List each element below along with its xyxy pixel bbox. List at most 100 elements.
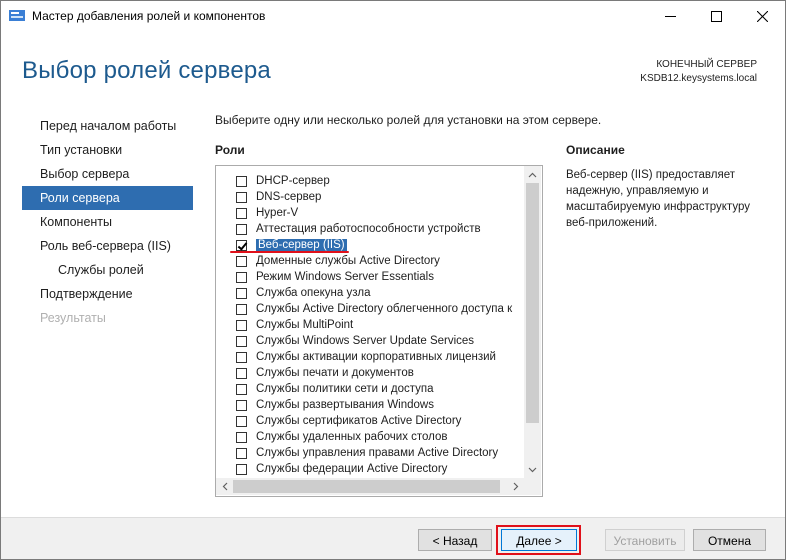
horizontal-scroll-thumb[interactable] bbox=[233, 480, 500, 493]
back-button[interactable]: < Назад bbox=[418, 529, 492, 551]
role-row[interactable]: Службы федерации Active Directory bbox=[236, 461, 447, 477]
role-checkbox[interactable] bbox=[236, 223, 247, 235]
role-row[interactable]: Служба опекуна узла bbox=[236, 285, 371, 301]
role-checkbox[interactable] bbox=[236, 271, 247, 283]
page-title: Выбор ролей сервера bbox=[22, 57, 271, 84]
role-checkbox[interactable] bbox=[236, 431, 247, 443]
role-label: Аттестация работоспособности устройств bbox=[256, 223, 481, 235]
role-label: Доменные службы Active Directory bbox=[256, 255, 440, 267]
role-row[interactable]: Службы MultiPoint bbox=[236, 317, 353, 333]
scrollbar-corner bbox=[524, 478, 541, 495]
nav-item-web-server-role[interactable]: Роль веб-сервера (IIS) bbox=[1, 234, 193, 258]
role-label: DHCP-сервер bbox=[256, 175, 330, 187]
role-label: Службы федерации Active Directory bbox=[256, 463, 448, 475]
wizard-window: Мастер добавления ролей и компонентов Вы… bbox=[0, 0, 786, 560]
nav-item-results: Результаты bbox=[40, 311, 106, 325]
role-label: Служба опекуна узла bbox=[256, 287, 371, 299]
nav-item-confirmation[interactable]: Подтверждение bbox=[1, 282, 193, 306]
role-row[interactable]: DHCP-сервер bbox=[236, 173, 330, 189]
role-label: Веб-сервер (IIS) bbox=[256, 239, 347, 251]
role-label: Службы удаленных рабочих столов bbox=[256, 431, 448, 443]
role-checkbox[interactable] bbox=[236, 415, 247, 427]
roles-list-viewport: DHCP-сервер DNS-сервер Hyper-V Аттестация р… bbox=[216, 166, 524, 478]
role-row[interactable]: Службы Windows Server Update Services bbox=[236, 333, 474, 349]
cancel-button[interactable]: Отмена bbox=[693, 529, 766, 551]
role-checkbox[interactable] bbox=[236, 319, 247, 331]
nav-item-role-services[interactable]: Службы ролей bbox=[1, 258, 193, 282]
role-checkbox[interactable] bbox=[236, 191, 247, 203]
role-checkbox[interactable] bbox=[236, 335, 247, 347]
chevron-down-icon bbox=[528, 467, 537, 472]
role-row[interactable]: Hyper-V bbox=[236, 205, 298, 221]
nav-item-installation-type[interactable]: Тип установки bbox=[1, 138, 193, 162]
role-checkbox[interactable] bbox=[236, 447, 247, 459]
close-button[interactable] bbox=[739, 1, 785, 32]
nav-item-before-you-begin[interactable]: Перед началом работы bbox=[1, 114, 193, 138]
minimize-icon bbox=[664, 16, 676, 17]
role-checkbox[interactable] bbox=[236, 383, 247, 395]
role-checkbox[interactable] bbox=[236, 239, 247, 251]
roles-heading: Роли bbox=[215, 143, 245, 157]
role-row[interactable]: Режим Windows Server Essentials bbox=[236, 269, 434, 285]
role-row[interactable]: Службы сертификатов Active Directory bbox=[236, 413, 461, 429]
description-text: Веб-сервер (IIS) предоставляет надежную,… bbox=[566, 169, 750, 229]
install-button: Установить bbox=[605, 529, 685, 551]
maximize-button[interactable] bbox=[693, 1, 739, 32]
role-label: Службы Active Directory облегченного дос… bbox=[256, 303, 513, 315]
role-checkbox[interactable] bbox=[236, 367, 247, 379]
role-row[interactable]: Службы развертывания Windows bbox=[236, 397, 434, 413]
chevron-right-icon bbox=[513, 482, 518, 491]
scroll-right-button[interactable] bbox=[507, 478, 524, 495]
role-row[interactable]: Службы удаленных рабочих столов bbox=[236, 429, 448, 445]
role-checkbox[interactable] bbox=[236, 175, 247, 187]
nav-item-features[interactable]: Компоненты bbox=[1, 210, 193, 234]
chevron-up-icon bbox=[528, 172, 537, 177]
role-row[interactable]: Службы политики сети и доступа bbox=[236, 381, 434, 397]
close-icon bbox=[756, 11, 768, 22]
role-checkbox[interactable] bbox=[236, 207, 247, 219]
destination-label: КОНЕЧНЫЙ СЕРВЕР bbox=[656, 59, 757, 70]
vertical-scroll-thumb[interactable] bbox=[526, 183, 539, 423]
scroll-down-button[interactable] bbox=[524, 461, 541, 478]
instruction-text: Выберите одну или несколько ролей для ус… bbox=[215, 113, 602, 127]
destination-server-info: КОНЕЧНЫЙ СЕРВЕР KSDB12.keysystems.local bbox=[640, 58, 757, 86]
role-label: Службы Windows Server Update Services bbox=[256, 335, 475, 347]
wizard-steps-nav: Перед началом работы Тип установки Выбор… bbox=[1, 114, 193, 330]
annotation-highlight-box bbox=[496, 525, 581, 555]
role-label: Службы печати и документов bbox=[256, 367, 414, 379]
horizontal-scrollbar[interactable] bbox=[216, 478, 524, 495]
server-manager-icon bbox=[9, 10, 25, 21]
maximize-icon bbox=[710, 11, 722, 22]
role-label: Службы развертывания Windows bbox=[256, 399, 434, 411]
role-row[interactable]: Службы управления правами Active Directo… bbox=[236, 445, 498, 461]
role-row[interactable]: DNS-сервер bbox=[236, 189, 321, 205]
role-label: Службы управления правами Active Directo… bbox=[256, 447, 499, 459]
role-checkbox[interactable] bbox=[236, 351, 247, 363]
nav-item-server-selection[interactable]: Выбор сервера bbox=[1, 162, 193, 186]
role-row[interactable]: Доменные службы Active Directory bbox=[236, 253, 440, 269]
role-label: Режим Windows Server Essentials bbox=[256, 271, 434, 283]
role-checkbox[interactable] bbox=[236, 303, 247, 315]
minimize-button[interactable] bbox=[647, 1, 693, 32]
role-checkbox[interactable] bbox=[236, 255, 247, 267]
role-row[interactable]: Службы печати и документов bbox=[236, 365, 414, 381]
role-label: Службы MultiPoint bbox=[256, 319, 354, 331]
role-row[interactable]: Службы Active Directory облегченного дос… bbox=[236, 301, 512, 317]
role-row[interactable]: Службы активации корпоративных лицензий bbox=[236, 349, 496, 365]
window-title: Мастер добавления ролей и компонентов bbox=[32, 9, 266, 23]
scroll-left-button[interactable] bbox=[216, 478, 233, 495]
chevron-left-icon bbox=[222, 482, 227, 491]
role-label: Службы политики сети и доступа bbox=[256, 383, 434, 395]
role-checkbox[interactable] bbox=[236, 463, 247, 475]
role-row[interactable]: Аттестация работоспособности устройств bbox=[236, 221, 481, 237]
vertical-scrollbar[interactable] bbox=[524, 166, 541, 478]
role-checkbox[interactable] bbox=[236, 399, 247, 411]
destination-server-name: KSDB12.keysystems.local bbox=[640, 73, 757, 84]
annotation-underline bbox=[230, 251, 349, 253]
role-label: DNS-сервер bbox=[256, 191, 322, 203]
nav-item-server-roles[interactable]: Роли сервера bbox=[22, 186, 193, 210]
role-checkbox[interactable] bbox=[236, 287, 247, 299]
roles-list[interactable]: DHCP-сервер DNS-сервер Hyper-V Аттестация р… bbox=[215, 165, 543, 497]
role-label: Hyper-V bbox=[256, 207, 299, 219]
scroll-up-button[interactable] bbox=[524, 166, 541, 183]
